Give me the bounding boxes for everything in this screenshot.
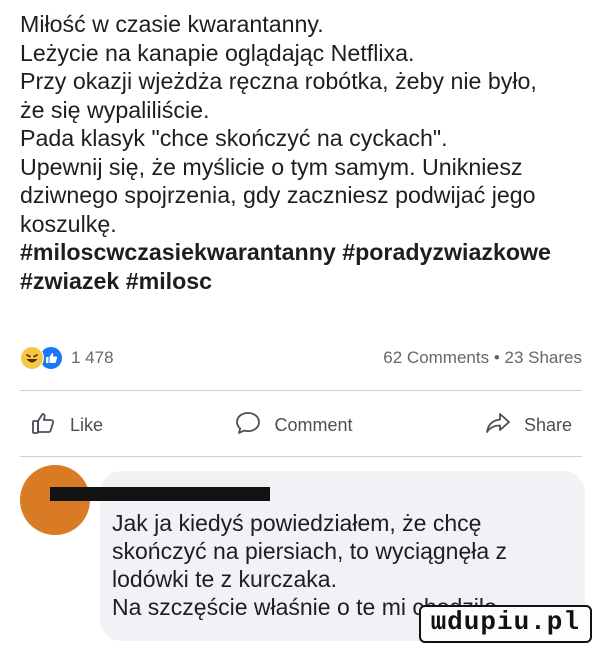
comment-button[interactable]: Comment	[224, 409, 362, 442]
post-text: Miłość w czasie kwarantanny. Leżycie na …	[20, 10, 585, 295]
share-arrow-icon	[484, 409, 524, 442]
post-hashtags[interactable]: #miloscwczasiekwarantanny #poradyzwiazko…	[20, 239, 551, 294]
divider-bottom	[20, 456, 582, 457]
site-watermark: ɯdupiu.pl	[418, 605, 592, 643]
share-button[interactable]: Share	[474, 409, 582, 442]
post-actions: Like Comment Share	[20, 400, 582, 450]
haha-reaction-icon	[20, 346, 44, 370]
divider-top	[20, 390, 582, 391]
like-label: Like	[70, 414, 104, 435]
like-button[interactable]: Like	[20, 409, 113, 442]
reaction-icons[interactable]: 1 478	[20, 346, 114, 370]
share-label: Share	[523, 414, 572, 435]
comment-label: Comment	[274, 414, 353, 435]
reaction-count: 1 478	[71, 348, 114, 367]
redacted-commenter-name	[50, 487, 270, 501]
thumbs-up-icon	[30, 409, 70, 442]
post-body: Miłość w czasie kwarantanny. Leżycie na …	[20, 11, 537, 237]
reactions-summary: 1 478 62 Comments • 23 Shares	[20, 343, 582, 373]
comment-bubble-icon	[234, 409, 274, 442]
comments-shares-count[interactable]: 62 Comments • 23 Shares	[383, 348, 582, 368]
